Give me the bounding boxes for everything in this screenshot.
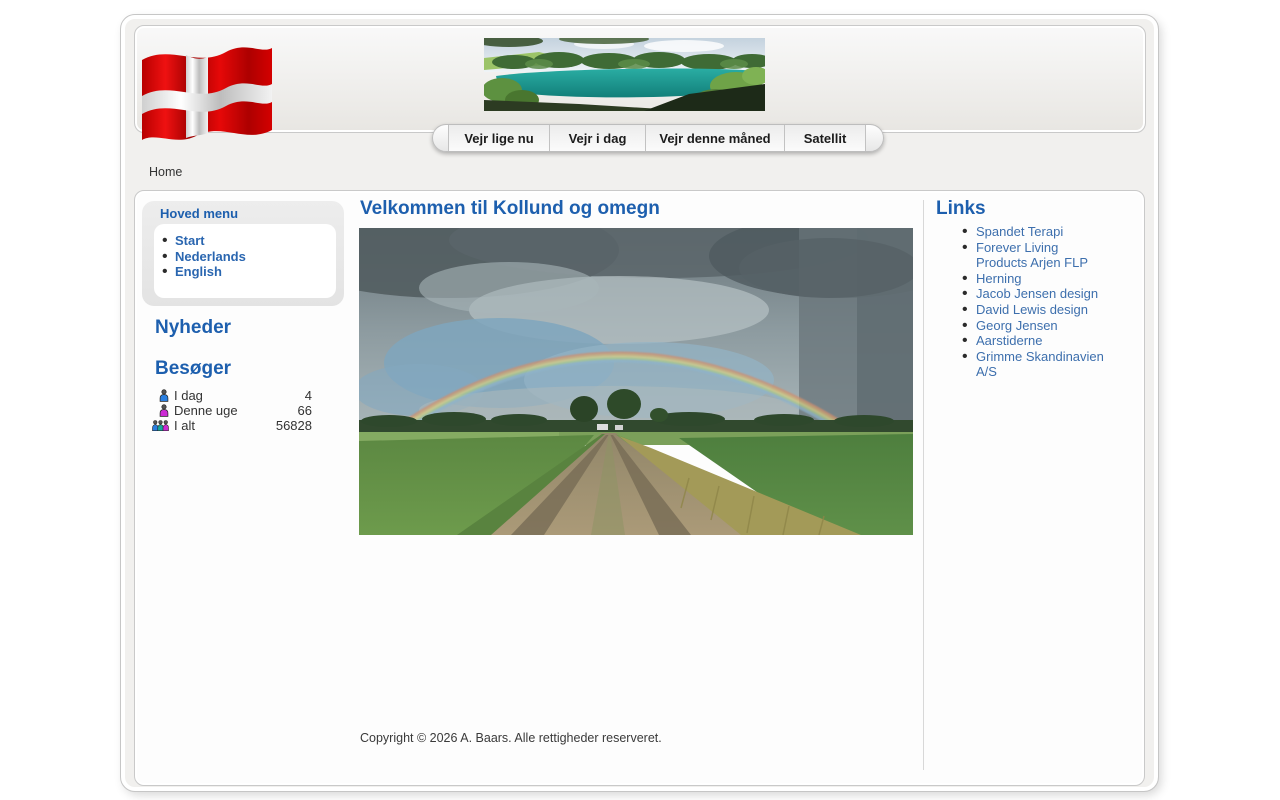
tab-vejr-denne-maned[interactable]: Vejr denne måned	[645, 125, 784, 151]
danish-flag-icon	[142, 47, 272, 140]
menu-link[interactable]: Start	[175, 233, 205, 248]
person-blue-icon	[152, 389, 174, 402]
menu-item-start[interactable]: Start	[162, 233, 336, 249]
tab-label: Vejr denne måned	[659, 130, 771, 146]
page-title: Velkommen til Kollund og omegn	[360, 198, 660, 219]
people-group-icon	[152, 419, 174, 432]
news-heading: Nyheder	[155, 317, 232, 338]
breadcrumb-home[interactable]: Home	[149, 165, 182, 179]
tab-label: Satellit	[803, 130, 847, 146]
column-divider	[923, 200, 924, 770]
rainbow-country-road-photo	[359, 228, 913, 535]
stat-row-total: I alt 56828	[152, 418, 312, 433]
menu-item-english[interactable]: English	[162, 264, 336, 280]
link-spandet-terapi[interactable]: Spandet Terapi	[976, 224, 1063, 239]
link-david-lewis[interactable]: David Lewis design	[976, 302, 1088, 317]
tab-label: Vejr i dag	[568, 130, 627, 146]
copyright-text: Copyright © 2026 A. Baars. Alle rettighe…	[360, 731, 662, 745]
stat-label: Denne uge	[174, 403, 238, 418]
lake-banner-photo	[484, 38, 765, 111]
stat-value: 4	[304, 388, 312, 403]
link-georg-jensen[interactable]: Georg Jensen	[976, 318, 1058, 333]
stat-row-today: I dag 4	[152, 388, 312, 403]
stat-label: I dag	[174, 388, 203, 403]
link-forever-living[interactable]: Forever Living Products Arjen FLP	[976, 240, 1088, 271]
weather-navbar: Vejr lige nu Vejr i dag Vejr denne måned…	[432, 124, 884, 152]
link-herning[interactable]: Herning	[976, 271, 1022, 286]
links-panel: Spandet Terapi Forever Living Products A…	[936, 224, 1108, 380]
list-item: Aarstiderne	[962, 333, 1108, 349]
stat-row-week: Denne uge 66	[152, 403, 312, 418]
visitors-heading: Besøger	[155, 358, 232, 379]
link-aarstiderne[interactable]: Aarstiderne	[976, 333, 1042, 348]
main-menu-list: Start Nederlands English	[154, 224, 336, 298]
links-heading: Links	[936, 198, 986, 219]
list-item: Grimme Skandinavien A/S	[962, 349, 1108, 380]
page: Vejr lige nu Vejr i dag Vejr denne måned…	[0, 0, 1280, 800]
stat-value: 66	[297, 403, 312, 418]
link-jacob-jensen[interactable]: Jacob Jensen design	[976, 286, 1098, 301]
main-menu-title: Hoved menu	[160, 206, 239, 221]
tab-vejr-i-dag[interactable]: Vejr i dag	[549, 125, 645, 151]
tab-label: Vejr lige nu	[464, 130, 534, 146]
stat-label: I alt	[174, 418, 195, 433]
visitor-stats: I dag 4 Denne uge 66 I alt 56828	[152, 388, 312, 433]
person-magenta-icon	[152, 404, 174, 417]
link-grimme-skandinavien[interactable]: Grimme Skandinavien A/S	[976, 349, 1104, 380]
menu-link[interactable]: English	[175, 264, 222, 279]
menu-item-nederlands[interactable]: Nederlands	[162, 249, 336, 265]
list-item: Jacob Jensen design	[962, 286, 1108, 302]
list-item: Herning	[962, 271, 1108, 287]
list-item: Spandet Terapi	[962, 224, 1108, 240]
list-item: David Lewis design	[962, 302, 1108, 318]
tab-vejr-lige-nu[interactable]: Vejr lige nu	[448, 125, 549, 151]
tab-satellit[interactable]: Satellit	[784, 125, 866, 151]
stat-value: 56828	[275, 418, 312, 433]
list-item: Forever Living Products Arjen FLP	[962, 240, 1108, 271]
list-item: Georg Jensen	[962, 318, 1108, 334]
menu-link[interactable]: Nederlands	[175, 249, 246, 264]
